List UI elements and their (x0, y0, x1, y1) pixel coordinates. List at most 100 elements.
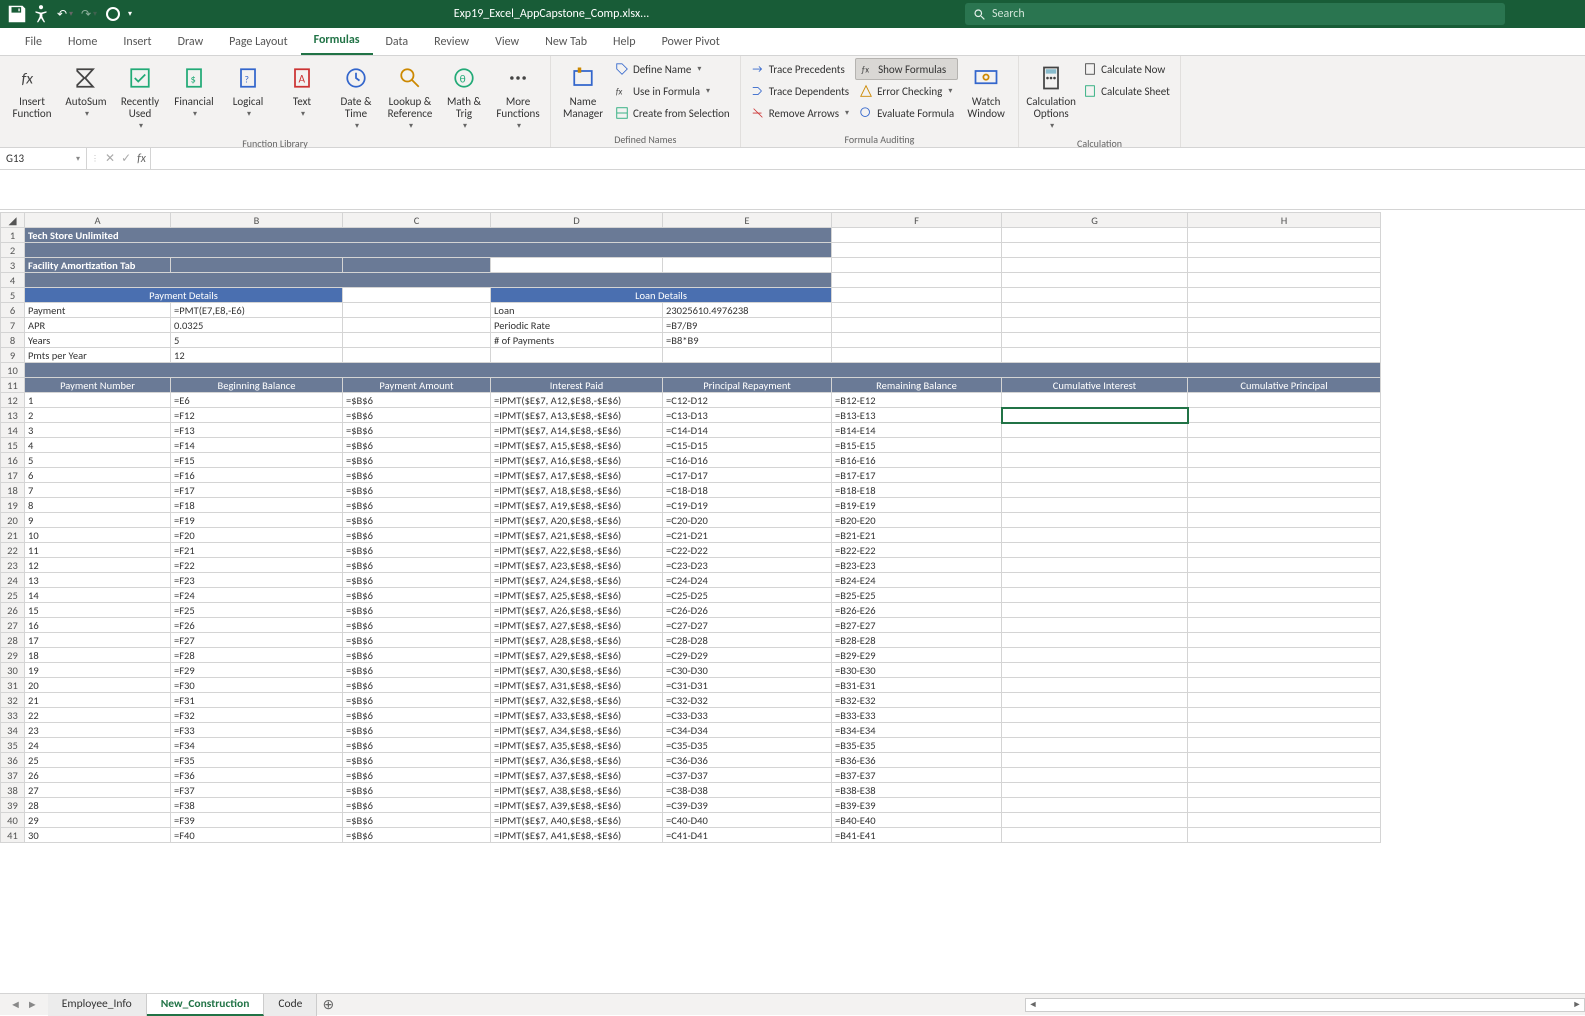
sheet-nav-prev-icon[interactable]: ◄ (10, 998, 21, 1011)
cell[interactable] (1188, 543, 1381, 558)
row[interactable]: 2211=F21=$B$6=IPMT($E$7, A22,$E$8,-$E$6)… (1, 543, 1381, 558)
cell[interactable] (1002, 558, 1188, 573)
row[interactable]: 9Pmts per Year12 (1, 348, 1381, 363)
cell[interactable]: =B8*B9 (663, 333, 832, 348)
cell[interactable]: =C15-D15 (663, 438, 832, 453)
cell[interactable] (1002, 348, 1188, 363)
cell[interactable]: =$B$6 (343, 663, 491, 678)
cell[interactable]: =F38 (171, 798, 343, 813)
cell[interactable] (491, 258, 663, 273)
tab-draw[interactable]: Draw (165, 29, 217, 55)
cell[interactable] (1188, 423, 1381, 438)
cell[interactable] (1188, 438, 1381, 453)
cell[interactable]: =B22-E22 (832, 543, 1002, 558)
cell[interactable]: =$B$6 (343, 408, 491, 423)
row[interactable]: 11Payment NumberBeginning BalancePayment… (1, 378, 1381, 393)
define-name-button[interactable]: Define Name▾ (611, 58, 734, 80)
cell[interactable] (1188, 318, 1381, 333)
cell[interactable]: =B30-E30 (832, 663, 1002, 678)
cell[interactable]: =B37-E37 (832, 768, 1002, 783)
row[interactable]: 2817=F27=$B$6=IPMT($E$7, A28,$E$8,-$E$6)… (1, 633, 1381, 648)
cell[interactable] (343, 288, 491, 303)
cell[interactable] (1002, 738, 1188, 753)
cell[interactable] (663, 258, 832, 273)
cell[interactable] (1188, 678, 1381, 693)
cell[interactable]: =B17-E17 (832, 468, 1002, 483)
use-in-formula-button[interactable]: fxUse in Formula▾ (611, 80, 734, 102)
cell[interactable]: =IPMT($E$7, A28,$E$8,-$E$6) (491, 633, 663, 648)
row-header[interactable]: 27 (1, 618, 25, 633)
cell[interactable]: =C28-D28 (663, 633, 832, 648)
cell[interactable]: =$B$6 (343, 678, 491, 693)
cell[interactable] (1002, 333, 1188, 348)
cell[interactable] (1002, 408, 1188, 423)
row-header[interactable]: 18 (1, 483, 25, 498)
cell[interactable]: =IPMT($E$7, A36,$E$8,-$E$6) (491, 753, 663, 768)
cell[interactable]: 27 (25, 783, 171, 798)
row-header[interactable]: 33 (1, 708, 25, 723)
cell[interactable]: 25 (25, 753, 171, 768)
row[interactable]: 176=F16=$B$6=IPMT($E$7, A17,$E$8,-$E$6)=… (1, 468, 1381, 483)
cell[interactable]: =C20-D20 (663, 513, 832, 528)
cell[interactable]: =IPMT($E$7, A26,$E$8,-$E$6) (491, 603, 663, 618)
row[interactable]: 3120=F30=$B$6=IPMT($E$7, A31,$E$8,-$E$6)… (1, 678, 1381, 693)
cell[interactable] (1002, 588, 1188, 603)
cell[interactable]: =B7/B9 (663, 318, 832, 333)
cell[interactable]: =$B$6 (343, 783, 491, 798)
cell[interactable] (663, 348, 832, 363)
cell[interactable]: 3 (25, 423, 171, 438)
cell[interactable] (1188, 273, 1381, 288)
cell[interactable]: =C17-D17 (663, 468, 832, 483)
cell[interactable]: =B20-E20 (832, 513, 1002, 528)
cell[interactable] (832, 333, 1002, 348)
cell[interactable]: 12 (25, 558, 171, 573)
col-header[interactable]: E (663, 213, 832, 228)
cell[interactable]: =F12 (171, 408, 343, 423)
cell[interactable] (1002, 693, 1188, 708)
tab-home[interactable]: Home (55, 29, 110, 55)
text-button[interactable]: AText▾ (276, 58, 328, 124)
cell[interactable] (1002, 498, 1188, 513)
cell[interactable]: 29 (25, 813, 171, 828)
tab-view[interactable]: View (482, 29, 532, 55)
undo-icon[interactable]: ↶▾ (54, 3, 76, 25)
cell[interactable] (1002, 798, 1188, 813)
row[interactable]: 209=F19=$B$6=IPMT($E$7, A20,$E$8,-$E$6)=… (1, 513, 1381, 528)
cell[interactable] (1188, 798, 1381, 813)
cell[interactable] (1188, 393, 1381, 408)
cell[interactable]: =IPMT($E$7, A13,$E$8,-$E$6) (491, 408, 663, 423)
cell[interactable]: Years (25, 333, 171, 348)
row[interactable]: 4029=F39=$B$6=IPMT($E$7, A40,$E$8,-$E$6)… (1, 813, 1381, 828)
cell[interactable]: =$B$6 (343, 543, 491, 558)
cell[interactable]: =F26 (171, 618, 343, 633)
sheet-tab-employee_info[interactable]: Employee_Info (48, 994, 147, 1016)
cell[interactable] (1188, 228, 1381, 243)
col-header[interactable]: D (491, 213, 663, 228)
cell[interactable] (1002, 648, 1188, 663)
cell[interactable]: 24 (25, 738, 171, 753)
row[interactable]: 121=E6=$B$6=IPMT($E$7, A12,$E$8,-$E$6)=C… (1, 393, 1381, 408)
cell[interactable]: =B38-E38 (832, 783, 1002, 798)
cell[interactable]: 16 (25, 618, 171, 633)
cell[interactable]: =F40 (171, 828, 343, 843)
cell[interactable]: =IPMT($E$7, A18,$E$8,-$E$6) (491, 483, 663, 498)
dropdown-icon[interactable]: ⋮ (91, 154, 99, 164)
cell[interactable]: =$B$6 (343, 393, 491, 408)
cell[interactable]: =C14-D14 (663, 423, 832, 438)
cell[interactable]: =C39-D39 (663, 798, 832, 813)
cell[interactable] (1002, 783, 1188, 798)
row[interactable]: 8Years5# of Payments=B8*B9 (1, 333, 1381, 348)
cell[interactable]: Payment Number (25, 378, 171, 393)
cell[interactable]: =F14 (171, 438, 343, 453)
cell[interactable]: =IPMT($E$7, A21,$E$8,-$E$6) (491, 528, 663, 543)
cell[interactable]: =C29-D29 (663, 648, 832, 663)
cell[interactable]: =B16-E16 (832, 453, 1002, 468)
cell[interactable]: =IPMT($E$7, A16,$E$8,-$E$6) (491, 453, 663, 468)
tab-new-tab[interactable]: New Tab (532, 29, 600, 55)
cell[interactable]: =C36-D36 (663, 753, 832, 768)
cell[interactable]: =F13 (171, 423, 343, 438)
cell[interactable]: APR (25, 318, 171, 333)
more-functions-button[interactable]: More Functions▾ (492, 58, 544, 136)
row-header[interactable]: 31 (1, 678, 25, 693)
cell[interactable]: =F31 (171, 693, 343, 708)
